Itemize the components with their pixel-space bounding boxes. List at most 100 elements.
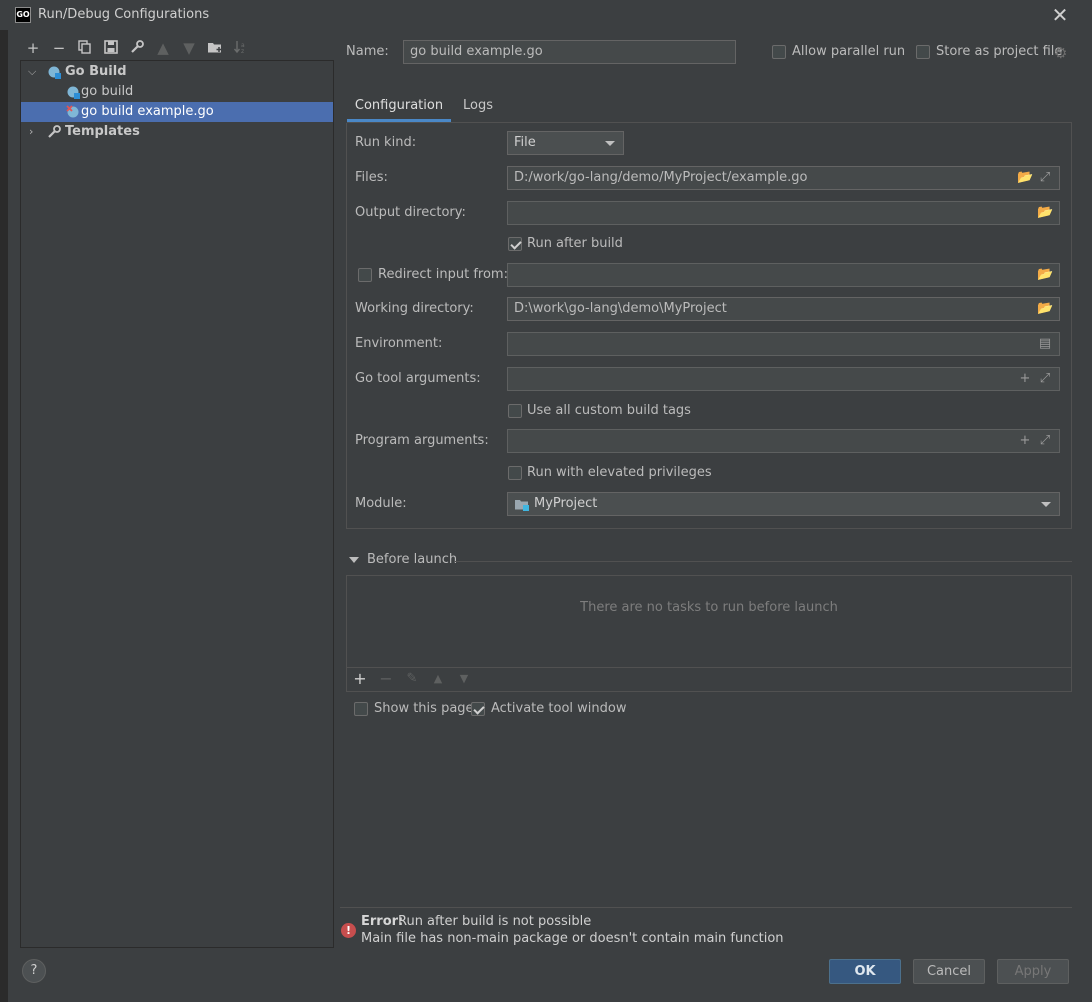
files-value: D:/work/go-lang/demo/MyProject/example.g… bbox=[514, 170, 808, 185]
run-kind-value: File bbox=[514, 135, 536, 150]
redirect-input-field[interactable]: 📂 bbox=[507, 263, 1060, 287]
name-label: Name: bbox=[346, 44, 389, 59]
output-dir-label: Output directory: bbox=[355, 205, 466, 220]
new-folder-icon[interactable] bbox=[206, 39, 224, 57]
remove-icon[interactable]: − bbox=[50, 39, 68, 57]
gear-icon[interactable]: ⚙ bbox=[1054, 44, 1067, 62]
go-build-icon bbox=[48, 66, 61, 79]
document-icon[interactable]: ▤ bbox=[1037, 337, 1053, 351]
move-up-icon[interactable]: ▲ bbox=[430, 671, 446, 687]
help-button[interactable]: ? bbox=[22, 959, 46, 983]
chevron-down-icon[interactable]: ⌵ bbox=[28, 62, 40, 82]
configuration-tree[interactable]: ⌵ Go Build go build go build example.go … bbox=[20, 60, 334, 948]
module-value: MyProject bbox=[534, 496, 598, 511]
apply-button[interactable]: Apply bbox=[997, 959, 1069, 984]
tree-label: Templates bbox=[65, 124, 140, 139]
copy-icon[interactable] bbox=[76, 39, 94, 57]
allow-parallel-checkbox[interactable] bbox=[772, 45, 786, 59]
go-tool-args-input[interactable]: + ⤢ bbox=[507, 367, 1060, 391]
files-input[interactable]: D:/work/go-lang/demo/MyProject/example.g… bbox=[507, 166, 1060, 190]
name-input[interactable]: go build example.go bbox=[403, 40, 736, 64]
before-launch-empty-text: There are no tasks to run before launch bbox=[580, 600, 838, 615]
move-down-icon[interactable]: ▼ bbox=[456, 671, 472, 687]
run-after-build-checkbox[interactable] bbox=[508, 237, 522, 251]
cancel-button[interactable]: Cancel bbox=[913, 959, 985, 984]
run-kind-label: Run kind: bbox=[355, 135, 417, 150]
module-folder-icon bbox=[515, 500, 529, 511]
redirect-input-checkbox[interactable] bbox=[358, 268, 372, 282]
activate-tool-checkbox[interactable] bbox=[471, 702, 485, 716]
dropdown-arrow-icon bbox=[1041, 502, 1051, 507]
redirect-input-label[interactable]: Redirect input from: bbox=[378, 267, 508, 282]
add-icon[interactable]: + bbox=[24, 39, 42, 57]
background-editor-edge bbox=[0, 30, 8, 1002]
add-icon[interactable]: + bbox=[1017, 434, 1033, 448]
output-dir-input[interactable]: 📂 bbox=[507, 201, 1060, 225]
error-icon: ! bbox=[341, 923, 356, 938]
module-select[interactable]: MyProject bbox=[507, 492, 1060, 516]
working-dir-label: Working directory: bbox=[355, 301, 474, 316]
move-down-icon[interactable]: ▼ bbox=[180, 39, 198, 57]
before-launch-title[interactable]: Before launch bbox=[367, 552, 457, 567]
sort-icon[interactable]: az bbox=[232, 39, 250, 57]
svg-text:z: z bbox=[241, 48, 244, 54]
elevated-label[interactable]: Run with elevated privileges bbox=[527, 465, 712, 480]
error-message: Run after build is not possible bbox=[398, 914, 592, 929]
program-args-input[interactable]: + ⤢ bbox=[507, 429, 1060, 453]
elevated-checkbox[interactable] bbox=[508, 466, 522, 480]
add-task-icon[interactable]: + bbox=[352, 671, 368, 687]
tree-label: Go Build bbox=[65, 64, 127, 79]
error-title: Error: bbox=[361, 914, 404, 929]
store-project-checkbox[interactable] bbox=[916, 45, 930, 59]
wrench-icon[interactable] bbox=[128, 39, 146, 57]
environment-label: Environment: bbox=[355, 336, 443, 351]
folder-icon[interactable]: 📂 bbox=[1037, 302, 1053, 316]
store-project-label[interactable]: Store as project file bbox=[936, 44, 1062, 59]
custom-build-tags-label[interactable]: Use all custom build tags bbox=[527, 403, 691, 418]
close-icon[interactable]: ✕ bbox=[1050, 3, 1070, 27]
custom-build-tags-checkbox[interactable] bbox=[508, 404, 522, 418]
before-launch-divider bbox=[455, 561, 1072, 562]
tab-logs[interactable]: Logs bbox=[452, 94, 504, 122]
dropdown-arrow-icon bbox=[605, 141, 615, 146]
expand-icon[interactable]: ⤢ bbox=[1037, 372, 1053, 386]
expand-icon[interactable]: ⤢ bbox=[1037, 434, 1053, 448]
wrench-icon bbox=[48, 125, 61, 138]
go-build-icon bbox=[67, 86, 80, 99]
working-dir-input[interactable]: D:\work\go-lang\demo\MyProject 📂 bbox=[507, 297, 1060, 321]
folder-icon[interactable]: 📂 bbox=[1037, 206, 1053, 220]
module-label: Module: bbox=[355, 496, 407, 511]
tab-configuration[interactable]: Configuration bbox=[347, 94, 451, 122]
tree-item-go-build-example[interactable]: go build example.go bbox=[21, 102, 333, 122]
run-kind-select[interactable]: File bbox=[507, 131, 624, 155]
save-icon[interactable] bbox=[102, 39, 120, 57]
folder-icon[interactable]: 📂 bbox=[1037, 268, 1053, 282]
working-dir-value: D:\work\go-lang\demo\MyProject bbox=[514, 301, 727, 316]
allow-parallel-label[interactable]: Allow parallel run bbox=[792, 44, 905, 59]
error-divider bbox=[340, 907, 1072, 908]
goland-app-icon: GO bbox=[15, 7, 31, 23]
activate-tool-label[interactable]: Activate tool window bbox=[491, 701, 626, 716]
edit-task-icon[interactable]: ✎ bbox=[404, 671, 420, 687]
show-page-label[interactable]: Show this page bbox=[374, 701, 474, 716]
error-detail: Main file has non-main package or doesn'… bbox=[361, 931, 784, 946]
chevron-right-icon[interactable]: › bbox=[29, 122, 41, 142]
environment-input[interactable]: ▤ bbox=[507, 332, 1060, 356]
move-up-icon[interactable]: ▲ bbox=[154, 39, 172, 57]
run-after-build-label[interactable]: Run after build bbox=[527, 236, 623, 251]
tree-item-templates[interactable]: › Templates bbox=[21, 122, 333, 142]
show-page-checkbox[interactable] bbox=[354, 702, 368, 716]
window-title: Run/Debug Configurations bbox=[38, 7, 210, 22]
add-icon[interactable]: + bbox=[1017, 372, 1033, 386]
collapse-arrow-icon[interactable] bbox=[349, 557, 359, 563]
tree-label: go build example.go bbox=[81, 104, 214, 119]
remove-task-icon[interactable]: − bbox=[378, 671, 394, 687]
ok-button[interactable]: OK bbox=[829, 959, 901, 984]
tree-item-go-build[interactable]: go build bbox=[21, 82, 333, 102]
program-args-label: Program arguments: bbox=[355, 433, 489, 448]
tree-item-go-build-group[interactable]: ⌵ Go Build bbox=[21, 62, 333, 82]
go-tool-args-label: Go tool arguments: bbox=[355, 371, 481, 386]
folder-icon[interactable]: 📂 bbox=[1017, 171, 1033, 185]
expand-icon[interactable]: ⤢ bbox=[1037, 171, 1053, 185]
files-label: Files: bbox=[355, 170, 388, 185]
